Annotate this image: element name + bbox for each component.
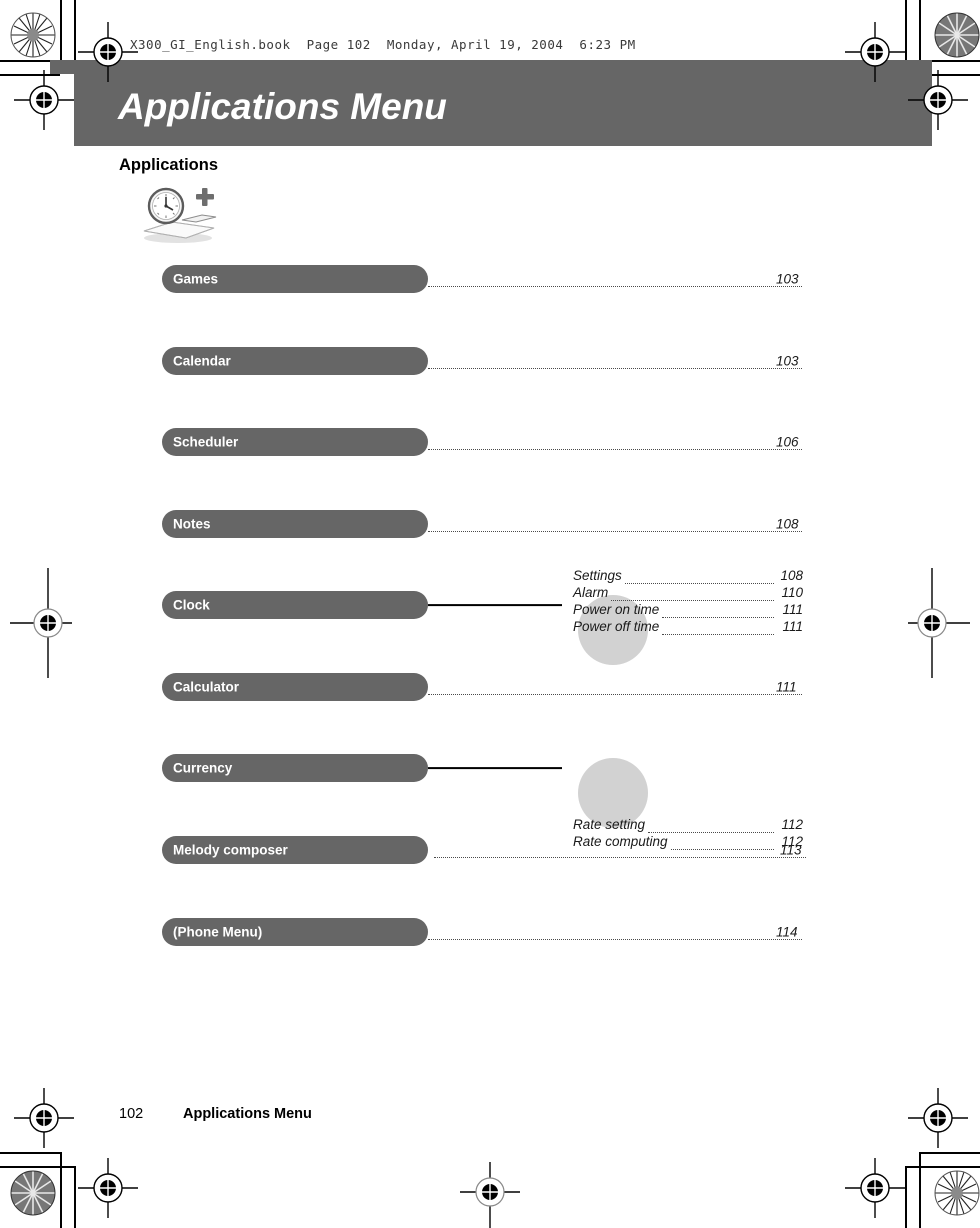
dot-leader: [428, 434, 802, 450]
menu-item-label: Calendar: [173, 353, 231, 369]
submenu-item-label: Power off time: [573, 619, 660, 634]
crop-line: [919, 0, 921, 60]
dot-leader: [662, 606, 774, 618]
menu-row: Calculator 111: [0, 673, 980, 701]
registration-starburst-icon: [10, 12, 56, 58]
registration-crosshair-icon: [14, 1088, 74, 1153]
registration-crosshair-icon: [900, 568, 970, 683]
page-reference: 111: [782, 602, 803, 617]
menu-item-label: Melody composer: [173, 842, 288, 858]
menu-item-label: Currency: [173, 760, 233, 776]
dot-leader: [428, 271, 802, 287]
menu-item-calculator[interactable]: Calculator: [162, 673, 428, 701]
registration-crosshair-icon: [908, 70, 968, 135]
menu-row: Currency: [0, 754, 980, 782]
registration-crosshair-icon: [845, 1158, 905, 1223]
page-reference: 106: [776, 434, 799, 450]
page-reference: 112: [781, 817, 803, 832]
page-reference: 110: [781, 585, 803, 600]
registration-crosshair-icon: [845, 22, 905, 87]
dot-leader: [670, 838, 774, 850]
dot-leader: [624, 572, 774, 584]
menu-item-label: Calculator: [173, 679, 240, 695]
menu-row: Games 103: [0, 265, 980, 293]
footer-page-number: 102: [119, 1106, 144, 1122]
menu-row: Clock: [0, 591, 980, 619]
crop-line: [60, 1152, 62, 1228]
submenu-item-label: Power on time: [573, 602, 660, 617]
dot-leader: [428, 516, 802, 532]
page-reference: 112: [781, 834, 803, 849]
menu-row: Scheduler 106: [0, 428, 980, 456]
page-reference: 114: [776, 924, 798, 940]
crop-line: [919, 1152, 921, 1228]
dot-leader: [428, 924, 802, 940]
menu-item-calendar[interactable]: Calendar: [162, 347, 428, 375]
dot-leader: [662, 623, 774, 635]
section-heading: Applications: [119, 156, 219, 174]
submenu-item[interactable]: Rate computing 112: [573, 833, 803, 850]
page-reference: 103: [776, 353, 799, 369]
submenu-item-label: Settings: [573, 568, 622, 583]
crop-line: [905, 1166, 907, 1228]
crop-line: [0, 1166, 74, 1168]
page-title: Applications Menu: [118, 86, 447, 127]
group-connector-line: [428, 767, 562, 769]
menu-row: Melody composer 113: [0, 836, 980, 864]
crop-line: [74, 1166, 76, 1228]
submenu-item[interactable]: Power off time 111: [573, 618, 803, 635]
menu-item-label: Scheduler: [173, 434, 239, 450]
submenu-item[interactable]: Settings 108: [573, 567, 803, 584]
registration-starburst-icon: [934, 12, 980, 58]
page-reference: 108: [776, 516, 799, 532]
dot-leader: [648, 821, 774, 833]
menu-item-label: (Phone Menu): [173, 924, 263, 940]
registration-starburst-icon: [10, 1170, 56, 1216]
group-connector-line: [428, 604, 562, 606]
submenu-clock: Settings 108 Alarm 110 Power on time 111…: [573, 567, 803, 635]
submenu-item-label: Alarm: [573, 585, 609, 600]
page-reference: 108: [780, 568, 803, 583]
menu-item-phone-menu[interactable]: (Phone Menu): [162, 918, 428, 946]
page-reference: 111: [782, 619, 803, 634]
menu-item-scheduler[interactable]: Scheduler: [162, 428, 428, 456]
registration-crosshair-icon: [460, 1162, 520, 1228]
submenu-item[interactable]: Power on time 111: [573, 601, 803, 618]
submenu-item-label: Rate computing: [573, 834, 668, 849]
dot-leader: [428, 679, 802, 695]
clock-calculator-icon: [138, 186, 220, 244]
submenu-item[interactable]: Alarm 110: [573, 584, 803, 601]
submenu-item-label: Rate setting: [573, 817, 646, 832]
menu-row: (Phone Menu) 114: [0, 918, 980, 946]
registration-crosshair-icon: [14, 70, 74, 135]
crop-line: [60, 0, 62, 60]
submenu-currency: Rate setting 112 Rate computing 112: [573, 816, 803, 850]
registration-crosshair-icon: [78, 1158, 138, 1223]
registration-crosshair-icon: [908, 1088, 968, 1153]
dot-leader: [428, 353, 802, 369]
menu-item-clock[interactable]: Clock: [162, 591, 428, 619]
menu-item-currency[interactable]: Currency: [162, 754, 428, 782]
registration-crosshair-icon: [10, 568, 80, 683]
page-reference: 111: [776, 679, 797, 695]
menu-item-notes[interactable]: Notes: [162, 510, 428, 538]
page-reference: 103: [776, 271, 799, 287]
crop-line: [906, 1166, 980, 1168]
document-page: X300_GI_English.book Page 102 Monday, Ap…: [0, 0, 980, 1228]
registration-starburst-icon: [934, 1170, 980, 1216]
footer-chapter-title: Applications Menu: [183, 1106, 312, 1122]
dot-leader: [611, 589, 774, 601]
menu-item-label: Notes: [173, 516, 211, 532]
running-header: X300_GI_English.book Page 102 Monday, Ap…: [130, 37, 636, 52]
menu-row: Calendar 103: [0, 347, 980, 375]
registration-crosshair-icon: [78, 22, 138, 87]
submenu-item[interactable]: Rate setting 112: [573, 816, 803, 833]
menu-row: Notes 108: [0, 510, 980, 538]
menu-item-melody-composer[interactable]: Melody composer: [162, 836, 428, 864]
menu-item-label: Games: [173, 271, 219, 287]
menu-item-games[interactable]: Games: [162, 265, 428, 293]
menu-item-label: Clock: [173, 597, 210, 613]
